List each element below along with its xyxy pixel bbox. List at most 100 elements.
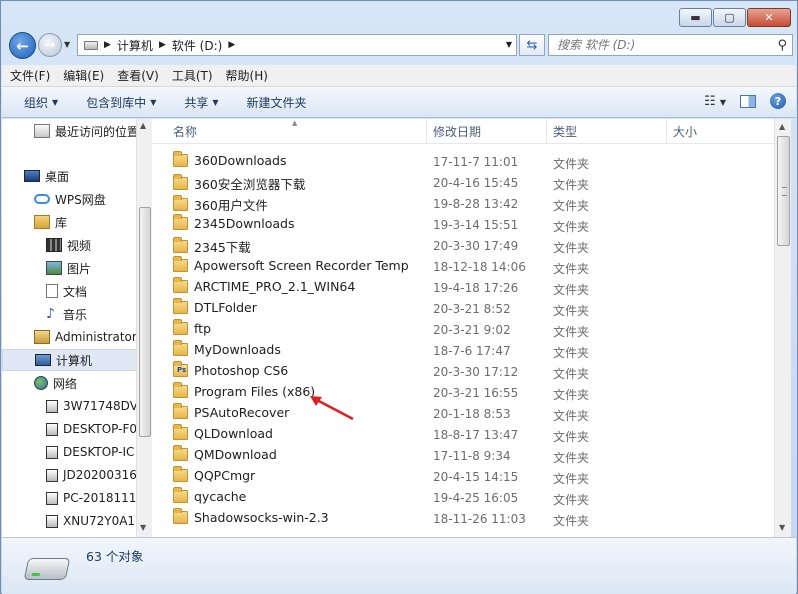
scroll-down-icon[interactable]: ▼	[779, 523, 785, 532]
menu-edit[interactable]: 编辑(E)	[63, 67, 104, 84]
search-box[interactable]: ⚲	[548, 34, 793, 56]
file-row[interactable]: QQPCmgr 20-4-15 14:15 文件夹	[167, 466, 767, 487]
library-icon	[34, 215, 50, 229]
file-modified-date: 18-11-26 11:03	[433, 512, 526, 526]
file-row[interactable]: Apowersoft Screen Recorder Temp 18-12-18 …	[167, 256, 767, 277]
chevron-down-icon: ▼	[212, 97, 219, 107]
file-row[interactable]: Shadowsocks-win-2.3 18-11-26 11:03 文件夹	[167, 508, 767, 529]
file-name: 360安全浏览器下载	[194, 177, 306, 192]
file-name: Apowersoft Screen Recorder Temp	[194, 258, 409, 273]
file-modified-date: 20-4-15 14:15	[433, 470, 519, 484]
breadcrumb-drive-d[interactable]: 软件 (D:)	[172, 37, 222, 54]
nav-item[interactable]: 3W71748DV	[2, 395, 138, 417]
nav-item[interactable]: JD20200316	[2, 464, 138, 486]
navigation-scroll-thumb[interactable]	[139, 207, 151, 437]
nav-item[interactable]: 文档	[2, 280, 138, 302]
file-list-scrollbar[interactable]: ▲ ▼	[774, 119, 791, 537]
nav-item[interactable]: WPS网盘	[2, 188, 138, 210]
maximize-button[interactable]: ▢	[713, 8, 746, 27]
file-list-scroll-thumb[interactable]	[777, 136, 790, 246]
breadcrumb-separator-icon[interactable]: ▶	[104, 40, 111, 50]
change-view-button[interactable]: ☷ ▼	[704, 94, 726, 109]
nav-item[interactable]: DESKTOP-IC	[2, 441, 138, 463]
drive-icon	[84, 40, 98, 50]
preview-pane-icon[interactable]	[740, 94, 756, 108]
file-row[interactable]: Photoshop CS6 20-3-30 17:12 文件夹	[167, 361, 767, 382]
breadcrumb-separator-icon[interactable]: ▶	[228, 40, 235, 50]
nav-item[interactable]: ♪ 音乐	[2, 303, 138, 325]
file-row[interactable]: DTLFolder 20-3-21 8:52 文件夹	[167, 298, 767, 319]
file-row[interactable]: ftp 20-3-21 9:02 文件夹	[167, 319, 767, 340]
help-icon[interactable]: ?	[770, 93, 786, 109]
include-in-library-button[interactable]: 包含到库中 ▼	[86, 94, 156, 111]
new-folder-button[interactable]: 新建文件夹	[247, 94, 307, 111]
back-button[interactable]: ←	[9, 32, 36, 59]
close-button[interactable]: ✕	[747, 8, 791, 27]
menu-view[interactable]: 查看(V)	[117, 67, 159, 84]
recent-places-icon	[34, 124, 50, 138]
nav-item[interactable]: 最近访问的位置	[2, 120, 138, 142]
breadcrumb-computer[interactable]: 计算机	[117, 37, 153, 54]
menu-file[interactable]: 文件(F)	[10, 67, 50, 84]
nav-item[interactable]: Administrator	[2, 326, 138, 348]
file-row[interactable]: QMDownload 17-11-8 9:34 文件夹	[167, 445, 767, 466]
scroll-up-icon[interactable]: ▲	[140, 121, 146, 130]
command-bar: 组织 ▼ 包含到库中 ▼ 共享 ▼ 新建文件夹 ☷ ▼ ?	[2, 87, 796, 118]
nav-item[interactable]: PC-2018111	[2, 487, 138, 509]
menu-bar: 文件(F) 编辑(E) 查看(V) 工具(T) 帮助(H)	[2, 65, 796, 87]
nav-item[interactable]: 网络	[2, 372, 138, 394]
column-type[interactable]: 类型	[547, 119, 667, 144]
file-row[interactable]: 360安全浏览器下载 20-4-16 15:45 文件夹	[167, 172, 767, 193]
menu-tools[interactable]: 工具(T)	[172, 67, 213, 84]
column-name[interactable]: 名称	[167, 119, 427, 144]
organize-button[interactable]: 组织 ▼	[24, 94, 58, 111]
file-row[interactable]: 360Downloads 17-11-7 11:01 文件夹	[167, 151, 767, 172]
file-modified-date: 18-7-6 17:47	[433, 344, 511, 358]
nav-item-label: 最近访问的位置	[55, 124, 138, 139]
nav-item[interactable]: 图片	[2, 257, 138, 279]
folder-icon	[173, 151, 188, 167]
file-name-cell: DTLFolder	[173, 298, 257, 315]
file-row[interactable]: PSAutoRecover 20-1-18 8:53 文件夹	[167, 403, 767, 424]
address-dropdown-icon[interactable]: ▼	[506, 40, 512, 49]
folder-icon	[173, 424, 188, 440]
file-row[interactable]: 360用户文件 19-8-28 13:42 文件夹	[167, 193, 767, 214]
search-icon[interactable]: ⚲	[777, 38, 787, 53]
file-row[interactable]: MyDownloads 18-7-6 17:47 文件夹	[167, 340, 767, 361]
address-bar[interactable]: ▶ 计算机 ▶ 软件 (D:) ▶ ▼	[77, 34, 517, 56]
file-name-cell: Photoshop CS6	[173, 361, 288, 378]
menu-help[interactable]: 帮助(H)	[226, 67, 268, 84]
document-library-icon	[46, 284, 58, 298]
hard-drive-icon	[23, 558, 71, 580]
chevron-down-icon: ▼	[52, 97, 59, 107]
recent-pages-button[interactable]: ▼	[64, 40, 70, 49]
file-type: 文件夹	[553, 430, 590, 444]
forward-button[interactable]: →	[38, 33, 62, 57]
column-size[interactable]: 大小	[667, 119, 767, 144]
file-row[interactable]: Program Files (x86) 20-3-21 16:55 文件夹	[167, 382, 767, 403]
minimize-button[interactable]: ▬	[679, 8, 712, 27]
file-type: 文件夹	[553, 241, 590, 255]
navigation-scrollbar[interactable]: ▲ ▼	[136, 119, 152, 537]
scroll-up-icon[interactable]: ▲	[779, 122, 785, 131]
nav-item[interactable]: 计算机	[2, 349, 138, 371]
nav-item[interactable]: XNU72Y0A1	[2, 510, 138, 532]
breadcrumb-separator-icon[interactable]: ▶	[159, 40, 166, 50]
nav-item[interactable]: 视频	[2, 234, 138, 256]
scroll-down-icon[interactable]: ▼	[140, 523, 146, 532]
refresh-button[interactable]: ⇆	[519, 34, 545, 56]
share-button[interactable]: 共享 ▼	[184, 94, 218, 111]
file-row[interactable]: 2345Downloads 19-3-14 15:51 文件夹	[167, 214, 767, 235]
file-row[interactable]: ARCTIME_PRO_2.1_WIN64 19-4-18 17:26 文件夹	[167, 277, 767, 298]
column-modified-date[interactable]: 修改日期	[427, 119, 547, 144]
details-pane: 63 个对象	[2, 537, 796, 594]
nav-item[interactable]: DESKTOP-F0	[2, 418, 138, 440]
caption-buttons: ▬ ▢ ✕	[679, 8, 791, 27]
search-input[interactable]	[557, 38, 767, 52]
file-row[interactable]: QLDownload 18-8-17 13:47 文件夹	[167, 424, 767, 445]
nav-item[interactable]: 桌面	[2, 165, 138, 187]
file-row[interactable]: qycache 19-4-25 16:05 文件夹	[167, 487, 767, 508]
file-row[interactable]: 2345下载 20-3-30 17:49 文件夹	[167, 235, 767, 256]
nav-item[interactable]: 库	[2, 211, 138, 233]
file-name-cell: 360安全浏览器下载	[173, 174, 305, 193]
